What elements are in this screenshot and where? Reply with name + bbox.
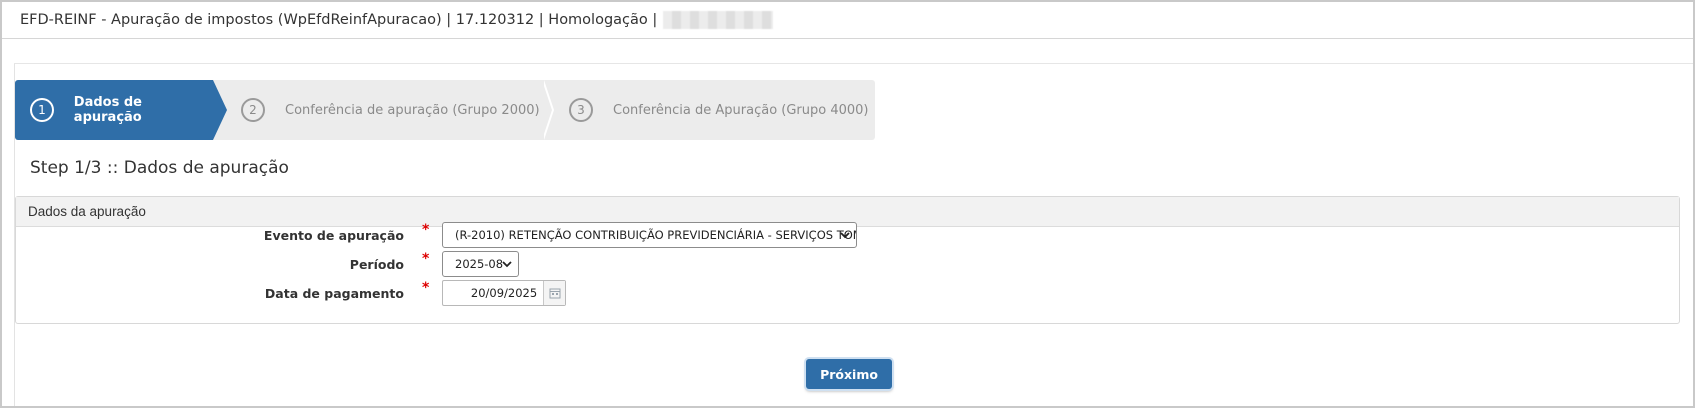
calendar-icon [549, 288, 561, 299]
wizard-step-label: Dados de apuração [73, 95, 142, 125]
chevron-down-icon [840, 232, 850, 239]
wizard-step-2[interactable]: 2 Conferência de apuração (Grupo 2000) [213, 80, 554, 140]
required-asterisk: * [422, 222, 430, 238]
step-number-3: 3 [569, 98, 593, 122]
redacted-environment-name [663, 11, 774, 29]
apuracao-panel: Dados da apuração Evento de apuração * (… [15, 196, 1680, 324]
wizard-steps: 1 Dados de apuração 2 Conferência de apu… [15, 80, 875, 140]
required-asterisk: * [422, 251, 430, 267]
wizard-step-1[interactable]: 1 Dados de apuração [15, 80, 227, 140]
wizard-step-3[interactable]: 3 Conferência de Apuração (Grupo 4000) [544, 80, 875, 140]
periodo-select-value: 2025-08 [455, 257, 504, 271]
evento-select[interactable]: (R-2010) RETENÇÃO CONTRIBUIÇÃO PREVIDENC… [442, 222, 857, 248]
chevron-down-icon [502, 261, 512, 268]
evento-select-value: (R-2010) RETENÇÃO CONTRIBUIÇÃO PREVIDENC… [455, 228, 857, 242]
next-button[interactable]: Próximo [806, 359, 892, 389]
required-asterisk: * [422, 280, 430, 296]
periodo-row: Período * 2025-08 [15, 251, 1680, 277]
evento-label: Evento de apuração [263, 228, 404, 243]
step-number-2: 2 [241, 98, 265, 122]
data-pagamento-label: Data de pagamento [264, 286, 404, 301]
window-title: EFD-REINF - Apuração de impostos (WpEfdR… [20, 12, 658, 28]
periodo-select[interactable]: 2025-08 [442, 251, 519, 277]
data-pagamento-field: 20/09/2025 [442, 280, 566, 306]
periodo-label: Período [349, 257, 404, 272]
wizard-step-label: Conferência de apuração (Grupo 2000) [285, 102, 540, 118]
data-pagamento-row: Data de pagamento * 20/09/2025 [15, 280, 1680, 306]
step-number-1: 1 [30, 98, 54, 122]
evento-row: Evento de apuração * (R-2010) RETENÇÃO C… [15, 222, 1680, 248]
wizard-step-label: Conferência de Apuração (Grupo 4000) [613, 102, 869, 118]
data-pagamento-input[interactable]: 20/09/2025 [443, 281, 543, 305]
page-title: Step 1/3 :: Dados de apuração [30, 158, 289, 178]
window-title-bar: EFD-REINF - Apuração de impostos (WpEfdR… [2, 2, 1693, 39]
calendar-button[interactable] [543, 281, 565, 305]
